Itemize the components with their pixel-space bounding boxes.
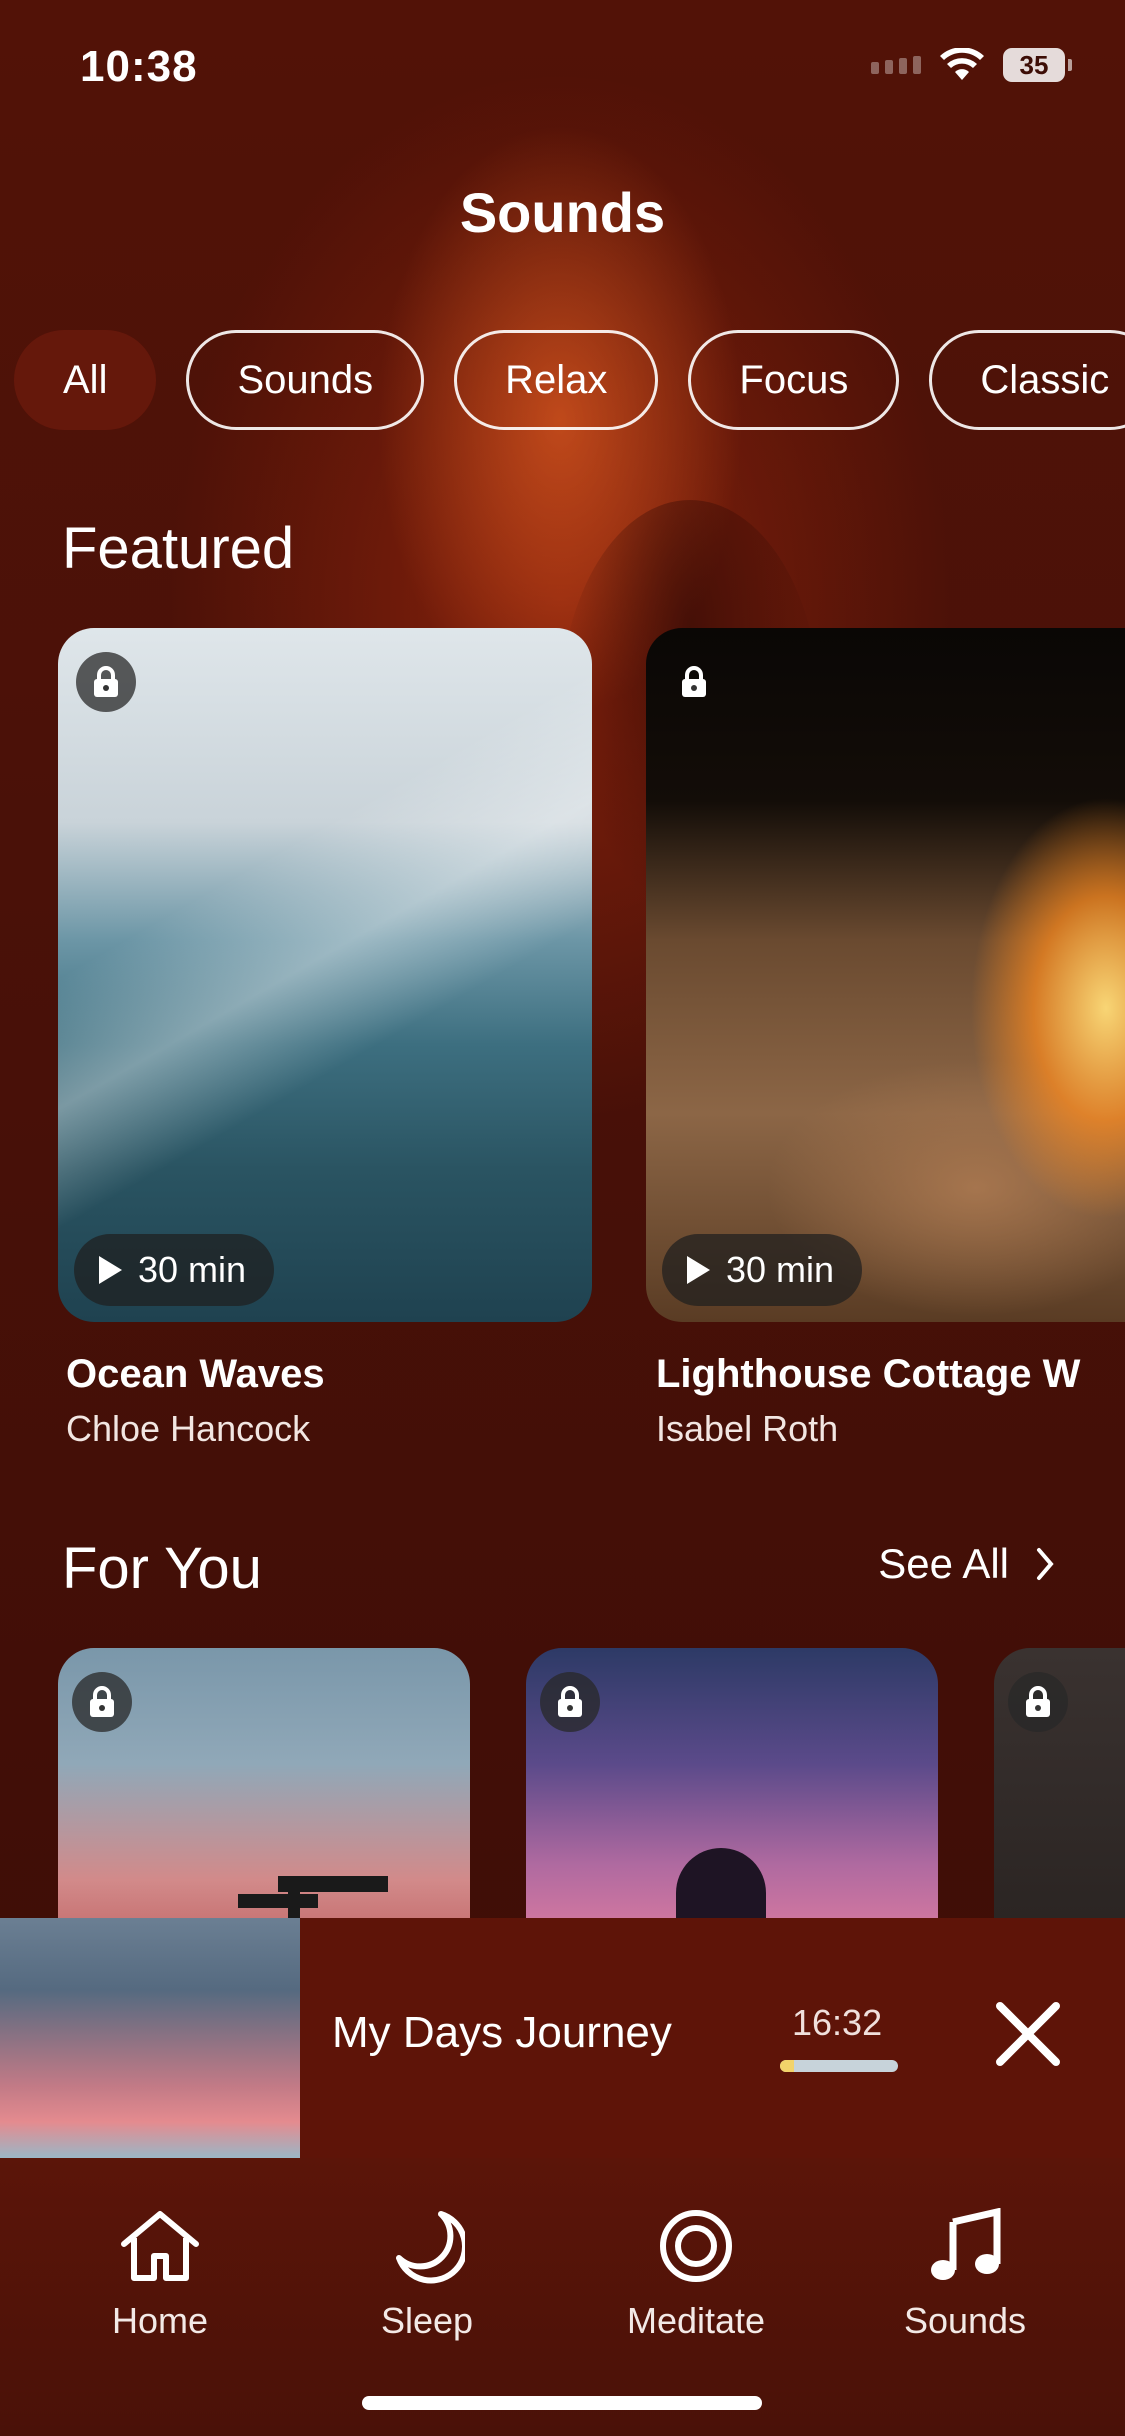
status-icons: 35: [871, 48, 1072, 82]
chevron-right-icon: [1037, 1548, 1054, 1580]
filter-chip-sounds[interactable]: Sounds: [186, 330, 425, 430]
tab-label: Sleep: [380, 2300, 474, 2341]
close-icon[interactable]: [990, 1996, 1066, 2072]
see-all-link[interactable]: See All: [878, 1540, 1055, 1588]
tab-meditate[interactable]: Meditate: [606, 2208, 786, 2342]
filter-chip-all[interactable]: All: [14, 330, 157, 430]
duration-badge: 30 min: [662, 1234, 863, 1306]
status-time: 10:38: [80, 42, 198, 91]
featured-section-title: Featured: [62, 516, 295, 581]
featured-card-ocean-waves[interactable]: 30 min: [58, 628, 592, 1322]
for-you-card[interactable]: [58, 1648, 470, 1938]
for-you-card[interactable]: [526, 1648, 938, 1938]
card-title[interactable]: Lighthouse Cottage W: [656, 1352, 1125, 1397]
home-indicator: [362, 2396, 762, 2410]
mini-player[interactable]: My Days Journey 16:32: [0, 1918, 1125, 2158]
see-all-label: See All: [878, 1540, 1009, 1587]
tab-sleep[interactable]: Sleep: [337, 2208, 517, 2342]
page-title: Sounds: [459, 181, 666, 244]
lock-icon: [664, 652, 724, 712]
filter-chips: All Sounds Relax Focus Classic: [14, 330, 1125, 430]
for-you-section-title: For You: [62, 1536, 262, 1601]
battery-icon: 35: [1003, 48, 1072, 82]
play-icon: [99, 1256, 122, 1284]
card-author: Isabel Roth: [656, 1408, 839, 1449]
wifi-icon: [940, 48, 984, 80]
play-icon: [687, 1256, 710, 1284]
target-icon: [660, 2210, 732, 2282]
card-title[interactable]: Ocean Waves: [66, 1352, 325, 1397]
duration-badge: 30 min: [74, 1234, 275, 1306]
moon-icon: [396, 2211, 465, 2284]
duration-label: 30 min: [138, 1249, 247, 1290]
home-icon: [121, 2211, 199, 2281]
for-you-card[interactable]: [994, 1648, 1125, 1938]
filter-chip-classic[interactable]: Classic: [929, 330, 1125, 430]
player-time: 16:32: [792, 2002, 883, 2043]
player-title: My Days Journey: [332, 2008, 672, 2057]
lock-icon: [540, 1672, 600, 1732]
lock-icon: [72, 1672, 132, 1732]
tab-bar: Home Sleep Meditate Sounds: [0, 2158, 1125, 2436]
player-artwork: [0, 1918, 300, 2158]
duration-label: 30 min: [726, 1249, 835, 1290]
tab-label: Home: [111, 2300, 209, 2341]
tab-label: Sounds: [903, 2300, 1027, 2341]
filter-chip-relax[interactable]: Relax: [454, 330, 659, 430]
player-progress: [780, 2060, 898, 2072]
lock-icon: [76, 652, 136, 712]
lock-icon: [1008, 1672, 1068, 1732]
filter-chip-focus[interactable]: Focus: [688, 330, 900, 430]
tab-sounds[interactable]: Sounds: [875, 2208, 1055, 2342]
tab-home[interactable]: Home: [70, 2208, 250, 2342]
featured-card-lighthouse-cottage[interactable]: 30 min: [646, 628, 1125, 1322]
tab-label: Meditate: [626, 2300, 766, 2341]
card-author: Chloe Hancock: [66, 1408, 311, 1449]
signal-icon: [871, 56, 921, 74]
music-note-icon: [931, 2208, 1001, 2280]
player-progress-fill: [780, 2060, 795, 2072]
